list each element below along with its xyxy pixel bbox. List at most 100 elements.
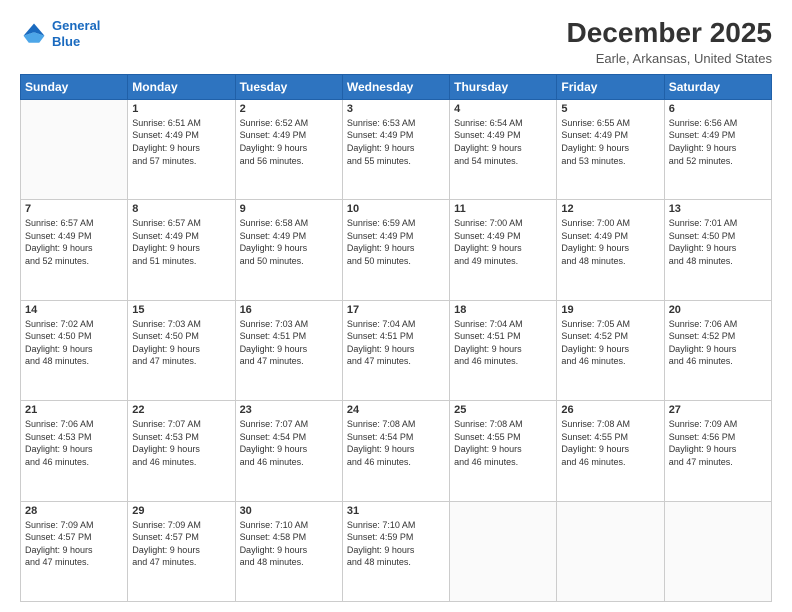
table-row: 24 Sunrise: 7:08 AM Sunset: 4:54 PM Dayli… <box>342 401 449 501</box>
day-number: 29 <box>132 505 230 517</box>
table-row <box>664 501 771 601</box>
day-info: Sunrise: 7:09 AM Sunset: 4:56 PM Dayligh… <box>669 418 767 468</box>
table-row: 30 Sunrise: 7:10 AM Sunset: 4:58 PM Dayli… <box>235 501 342 601</box>
table-row <box>557 501 664 601</box>
day-number: 16 <box>240 304 338 316</box>
logo: General Blue <box>20 18 100 49</box>
day-info: Sunrise: 7:09 AM Sunset: 4:57 PM Dayligh… <box>132 519 230 569</box>
day-number: 24 <box>347 404 445 416</box>
table-row: 28 Sunrise: 7:09 AM Sunset: 4:57 PM Dayli… <box>21 501 128 601</box>
page: General Blue December 2025 Earle, Arkans… <box>0 0 792 612</box>
day-info: Sunrise: 7:04 AM Sunset: 4:51 PM Dayligh… <box>454 318 552 368</box>
subtitle: Earle, Arkansas, United States <box>567 51 772 66</box>
table-row: 29 Sunrise: 7:09 AM Sunset: 4:57 PM Dayli… <box>128 501 235 601</box>
day-number: 14 <box>25 304 123 316</box>
day-number: 4 <box>454 103 552 115</box>
calendar-week-2: 7 Sunrise: 6:57 AM Sunset: 4:49 PM Daylig… <box>21 200 772 300</box>
col-header-saturday: Saturday <box>664 74 771 99</box>
day-number: 15 <box>132 304 230 316</box>
day-number: 6 <box>669 103 767 115</box>
table-row <box>21 99 128 199</box>
table-row: 16Sunrise: 7:03 AM Sunset: 4:51 PM Dayli… <box>235 300 342 400</box>
table-row: 14Sunrise: 7:02 AM Sunset: 4:50 PM Dayli… <box>21 300 128 400</box>
day-number: 26 <box>561 404 659 416</box>
day-number: 28 <box>25 505 123 517</box>
table-row: 5 Sunrise: 6:55 AM Sunset: 4:49 PM Daylig… <box>557 99 664 199</box>
day-info: Sunrise: 7:05 AM Sunset: 4:52 PM Dayligh… <box>561 318 659 368</box>
day-number: 19 <box>561 304 659 316</box>
day-info: Sunrise: 6:56 AM Sunset: 4:49 PM Dayligh… <box>669 117 767 167</box>
day-info: Sunrise: 6:57 AM Sunset: 4:49 PM Dayligh… <box>132 217 230 267</box>
day-number: 8 <box>132 203 230 215</box>
col-header-sunday: Sunday <box>21 74 128 99</box>
logo-line2: Blue <box>52 34 80 49</box>
col-header-monday: Monday <box>128 74 235 99</box>
day-info: Sunrise: 7:08 AM Sunset: 4:54 PM Dayligh… <box>347 418 445 468</box>
day-number: 1 <box>132 103 230 115</box>
table-row: 22 Sunrise: 7:07 AM Sunset: 4:53 PM Dayli… <box>128 401 235 501</box>
table-row: 20 Sunrise: 7:06 AM Sunset: 4:52 PM Dayli… <box>664 300 771 400</box>
table-row: 6 Sunrise: 6:56 AM Sunset: 4:49 PM Daylig… <box>664 99 771 199</box>
table-row: 19 Sunrise: 7:05 AM Sunset: 4:52 PM Dayli… <box>557 300 664 400</box>
table-row: 12 Sunrise: 7:00 AM Sunset: 4:49 PM Dayli… <box>557 200 664 300</box>
logo-line1: General <box>52 18 100 33</box>
table-row: 13 Sunrise: 7:01 AM Sunset: 4:50 PM Dayli… <box>664 200 771 300</box>
day-number: 25 <box>454 404 552 416</box>
day-number: 13 <box>669 203 767 215</box>
day-info: Sunrise: 7:07 AM Sunset: 4:54 PM Dayligh… <box>240 418 338 468</box>
day-number: 23 <box>240 404 338 416</box>
day-number: 12 <box>561 203 659 215</box>
col-header-tuesday: Tuesday <box>235 74 342 99</box>
table-row: 8 Sunrise: 6:57 AM Sunset: 4:49 PM Daylig… <box>128 200 235 300</box>
table-row: 31 Sunrise: 7:10 AM Sunset: 4:59 PM Dayli… <box>342 501 449 601</box>
day-info: Sunrise: 7:00 AM Sunset: 4:49 PM Dayligh… <box>561 217 659 267</box>
day-number: 27 <box>669 404 767 416</box>
day-number: 31 <box>347 505 445 517</box>
day-number: 11 <box>454 203 552 215</box>
day-number: 17 <box>347 304 445 316</box>
day-number: 7 <box>25 203 123 215</box>
day-info: Sunrise: 7:08 AM Sunset: 4:55 PM Dayligh… <box>454 418 552 468</box>
day-info: Sunrise: 6:54 AM Sunset: 4:49 PM Dayligh… <box>454 117 552 167</box>
day-info: Sunrise: 6:52 AM Sunset: 4:49 PM Dayligh… <box>240 117 338 167</box>
day-number: 21 <box>25 404 123 416</box>
day-info: Sunrise: 7:08 AM Sunset: 4:55 PM Dayligh… <box>561 418 659 468</box>
day-info: Sunrise: 7:09 AM Sunset: 4:57 PM Dayligh… <box>25 519 123 569</box>
table-row: 2 Sunrise: 6:52 AM Sunset: 4:49 PM Daylig… <box>235 99 342 199</box>
day-number: 5 <box>561 103 659 115</box>
day-number: 30 <box>240 505 338 517</box>
table-row: 27 Sunrise: 7:09 AM Sunset: 4:56 PM Dayli… <box>664 401 771 501</box>
logo-text: General Blue <box>52 18 100 49</box>
day-info: Sunrise: 7:06 AM Sunset: 4:53 PM Dayligh… <box>25 418 123 468</box>
calendar-week-3: 14Sunrise: 7:02 AM Sunset: 4:50 PM Dayli… <box>21 300 772 400</box>
day-info: Sunrise: 6:53 AM Sunset: 4:49 PM Dayligh… <box>347 117 445 167</box>
day-info: Sunrise: 7:10 AM Sunset: 4:59 PM Dayligh… <box>347 519 445 569</box>
day-info: Sunrise: 7:06 AM Sunset: 4:52 PM Dayligh… <box>669 318 767 368</box>
day-info: Sunrise: 6:51 AM Sunset: 4:49 PM Dayligh… <box>132 117 230 167</box>
day-info: Sunrise: 7:00 AM Sunset: 4:49 PM Dayligh… <box>454 217 552 267</box>
table-row <box>450 501 557 601</box>
table-row: 1 Sunrise: 6:51 AM Sunset: 4:49 PM Daylig… <box>128 99 235 199</box>
day-info: Sunrise: 7:10 AM Sunset: 4:58 PM Dayligh… <box>240 519 338 569</box>
day-number: 10 <box>347 203 445 215</box>
day-info: Sunrise: 6:57 AM Sunset: 4:49 PM Dayligh… <box>25 217 123 267</box>
table-row: 7 Sunrise: 6:57 AM Sunset: 4:49 PM Daylig… <box>21 200 128 300</box>
table-row: 21 Sunrise: 7:06 AM Sunset: 4:53 PM Dayli… <box>21 401 128 501</box>
table-row: 10Sunrise: 6:59 AM Sunset: 4:49 PM Dayli… <box>342 200 449 300</box>
logo-icon <box>20 20 48 48</box>
table-row: 3 Sunrise: 6:53 AM Sunset: 4:49 PM Daylig… <box>342 99 449 199</box>
day-info: Sunrise: 7:01 AM Sunset: 4:50 PM Dayligh… <box>669 217 767 267</box>
day-info: Sunrise: 6:55 AM Sunset: 4:49 PM Dayligh… <box>561 117 659 167</box>
col-header-friday: Friday <box>557 74 664 99</box>
table-row: 11 Sunrise: 7:00 AM Sunset: 4:49 PM Dayli… <box>450 200 557 300</box>
table-row: 25 Sunrise: 7:08 AM Sunset: 4:55 PM Dayli… <box>450 401 557 501</box>
day-info: Sunrise: 7:07 AM Sunset: 4:53 PM Dayligh… <box>132 418 230 468</box>
day-number: 3 <box>347 103 445 115</box>
main-title: December 2025 <box>567 18 772 49</box>
day-number: 20 <box>669 304 767 316</box>
day-number: 22 <box>132 404 230 416</box>
col-header-thursday: Thursday <box>450 74 557 99</box>
day-number: 2 <box>240 103 338 115</box>
header: General Blue December 2025 Earle, Arkans… <box>20 18 772 66</box>
table-row: 26 Sunrise: 7:08 AM Sunset: 4:55 PM Dayli… <box>557 401 664 501</box>
